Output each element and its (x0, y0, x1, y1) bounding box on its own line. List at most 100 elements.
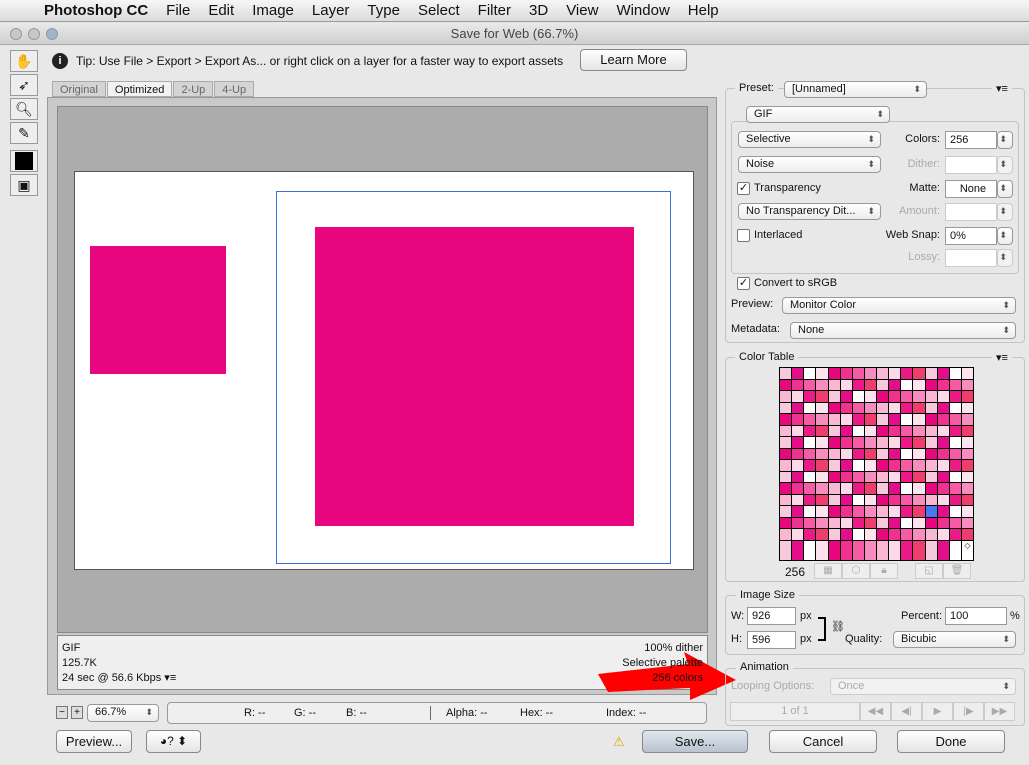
color-swatch[interactable] (792, 391, 804, 402)
color-swatch[interactable] (804, 425, 816, 436)
color-swatch[interactable] (925, 529, 937, 540)
color-swatch[interactable] (792, 506, 804, 517)
color-swatch[interactable] (792, 437, 804, 448)
color-swatch[interactable] (949, 471, 961, 482)
color-swatch[interactable] (937, 517, 949, 528)
color-swatch[interactable] (780, 517, 792, 528)
color-swatch[interactable] (852, 379, 864, 390)
color-swatch[interactable] (804, 379, 816, 390)
color-swatch[interactable] (852, 506, 864, 517)
color-swatch[interactable] (877, 506, 889, 517)
color-swatch[interactable] (889, 368, 901, 379)
color-swatch[interactable] (816, 414, 828, 425)
color-swatch[interactable] (864, 494, 876, 505)
color-swatch[interactable] (961, 517, 973, 528)
color-swatch[interactable] (937, 425, 949, 436)
colors-stepper[interactable] (997, 131, 1013, 149)
color-swatch[interactable] (828, 494, 840, 505)
color-swatch[interactable] (864, 471, 876, 482)
play-icon[interactable]: ▶ (922, 702, 953, 721)
color-swatch[interactable] (816, 471, 828, 482)
lossy-stepper[interactable] (997, 249, 1013, 267)
color-swatch[interactable] (864, 368, 876, 379)
learn-more-button[interactable]: Learn More (580, 49, 687, 71)
color-swatch[interactable] (901, 448, 913, 459)
color-swatch[interactable] (949, 448, 961, 459)
color-swatch[interactable] (852, 460, 864, 471)
color-swatch[interactable] (949, 529, 961, 540)
color-swatch[interactable] (901, 379, 913, 390)
slice-select-tool-icon[interactable]: ➶ (10, 74, 38, 96)
color-swatch[interactable] (864, 529, 876, 540)
color-swatch[interactable] (937, 494, 949, 505)
zoom-button[interactable] (46, 28, 58, 40)
color-swatch[interactable] (925, 437, 937, 448)
color-swatch[interactable] (961, 391, 973, 402)
color-swatch[interactable] (840, 540, 852, 560)
color-swatch[interactable] (913, 506, 925, 517)
color-swatch[interactable] (852, 414, 864, 425)
color-swatch[interactable] (840, 368, 852, 379)
color-swatch[interactable] (889, 391, 901, 402)
color-swatch[interactable] (780, 379, 792, 390)
color-swatch[interactable] (961, 448, 973, 459)
color-swatch[interactable] (780, 494, 792, 505)
color-swatch[interactable] (889, 471, 901, 482)
menu-image[interactable]: Image (252, 2, 294, 19)
matte-field[interactable]: None (945, 180, 997, 198)
quality-select[interactable]: Bicubic (893, 631, 1016, 648)
color-swatch[interactable] (780, 506, 792, 517)
color-swatch[interactable] (913, 540, 925, 560)
color-swatch[interactable] (804, 517, 816, 528)
color-swatch[interactable] (828, 517, 840, 528)
color-swatch[interactable] (804, 494, 816, 505)
color-swatch[interactable] (913, 448, 925, 459)
tab-4up[interactable]: 4-Up (214, 81, 255, 97)
color-swatch[interactable] (780, 529, 792, 540)
color-swatch[interactable] (852, 517, 864, 528)
color-swatch[interactable] (937, 379, 949, 390)
color-swatch[interactable] (925, 425, 937, 436)
color-swatch[interactable] (937, 402, 949, 413)
color-swatch[interactable] (901, 494, 913, 505)
color-swatch[interactable] (925, 506, 937, 517)
color-swatch[interactable] (780, 483, 792, 494)
color-swatch[interactable] (816, 517, 828, 528)
color-swatch[interactable] (949, 414, 961, 425)
color-swatch[interactable] (864, 402, 876, 413)
color-swatch[interactable] (804, 529, 816, 540)
color-swatch[interactable] (889, 414, 901, 425)
info-menu-icon[interactable]: ▾≡ (164, 672, 176, 684)
interlaced-checkbox[interactable] (737, 229, 750, 242)
color-swatch[interactable] (913, 379, 925, 390)
amount-stepper[interactable] (997, 203, 1013, 221)
color-swatch[interactable] (840, 425, 852, 436)
color-swatch[interactable] (925, 517, 937, 528)
zoom-select[interactable]: 66.7% (87, 704, 159, 722)
color-swatch[interactable] (949, 460, 961, 471)
color-swatch[interactable] (949, 425, 961, 436)
color-swatch[interactable] (840, 391, 852, 402)
color-swatch[interactable] (949, 391, 961, 402)
color-swatch[interactable] (792, 483, 804, 494)
color-swatch[interactable] (961, 425, 973, 436)
tab-original[interactable]: Original (52, 81, 106, 97)
menu-file[interactable]: File (166, 2, 190, 19)
color-swatch[interactable] (889, 483, 901, 494)
minimize-button[interactable] (28, 28, 40, 40)
color-swatch[interactable] (961, 402, 973, 413)
color-swatch[interactable] (889, 402, 901, 413)
color-swatch[interactable] (937, 471, 949, 482)
color-swatch[interactable] (828, 414, 840, 425)
color-swatch[interactable] (816, 506, 828, 517)
menu-select[interactable]: Select (418, 2, 460, 19)
tab-optimized[interactable]: Optimized (106, 81, 173, 97)
width-field[interactable]: 926 (747, 607, 796, 625)
color-swatch[interactable] (901, 437, 913, 448)
color-swatch[interactable] (925, 402, 937, 413)
color-swatch[interactable] (792, 425, 804, 436)
color-swatch[interactable] (840, 448, 852, 459)
color-swatch[interactable] (949, 379, 961, 390)
color-swatch[interactable] (877, 414, 889, 425)
cancel-button[interactable]: Cancel (769, 730, 877, 753)
